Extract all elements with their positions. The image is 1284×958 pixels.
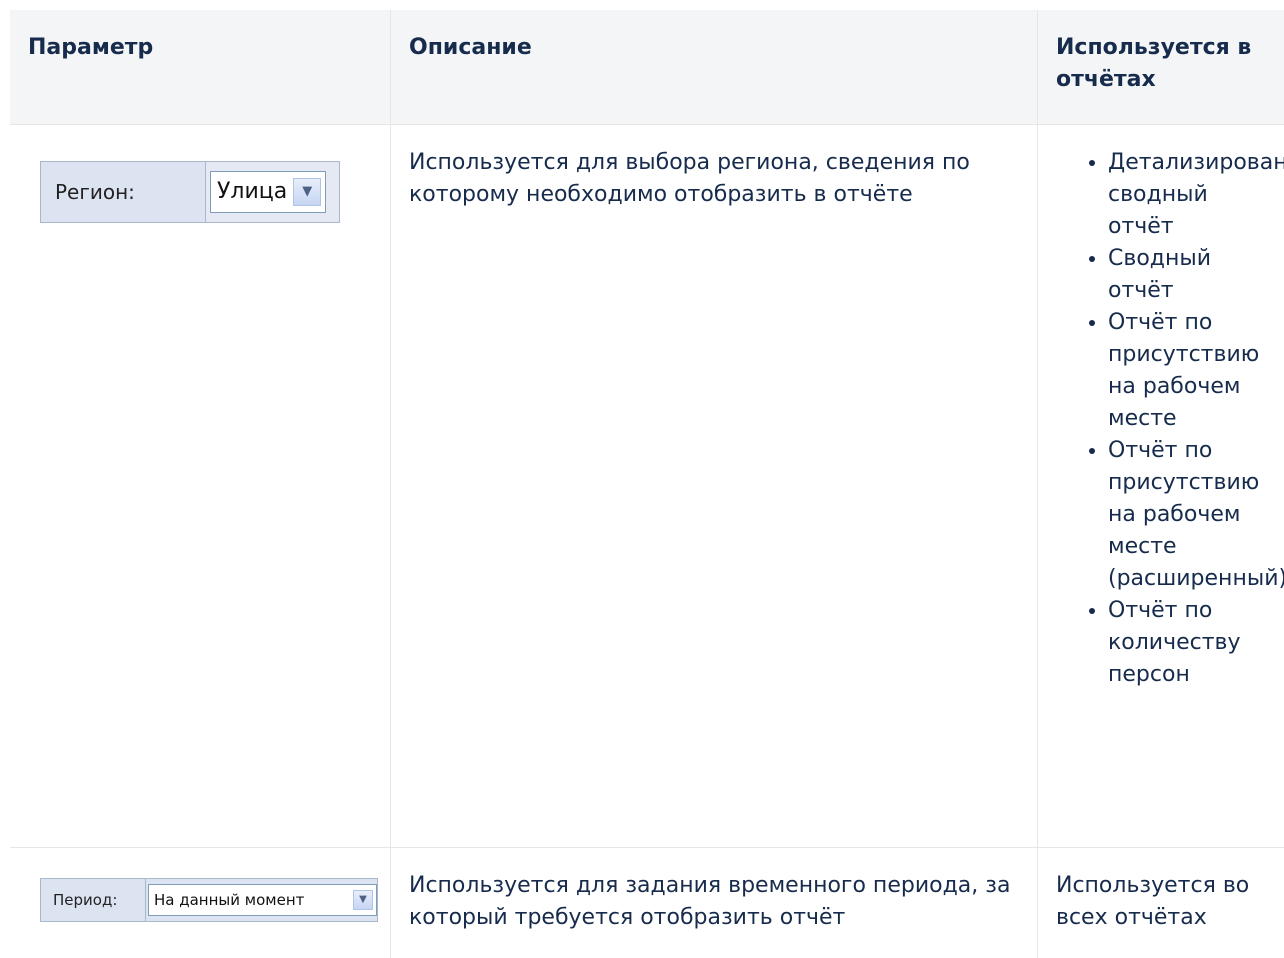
period-widget: Период: На данный момент ▼	[40, 878, 378, 922]
region-label: Регион:	[41, 162, 206, 222]
period-label: Период:	[41, 879, 146, 921]
list-item: Сводный отчёт	[1108, 243, 1278, 307]
header-description: Описание	[390, 10, 1037, 124]
list-item: Отчёт по присутствию на рабочем месте (р…	[1108, 435, 1284, 595]
header-parameter: Параметр	[28, 35, 154, 60]
table-row: Регион: Улица ▼ Используется для выбора …	[10, 124, 1284, 847]
region-widget: Регион: Улица ▼	[40, 161, 340, 223]
used-in-list: Детализированный сводный отчёт Сводный о…	[1038, 147, 1284, 691]
parameter-cell: Регион: Улица ▼	[10, 125, 390, 847]
parameters-table: Параметр Описание Используется в отчётах…	[10, 10, 1284, 958]
used-in-cell: Детализированный сводный отчёт Сводный о…	[1037, 125, 1284, 847]
used-in-cell: Используется во всех отчётах	[1037, 848, 1284, 958]
list-item: Отчёт по количеству персон	[1108, 595, 1278, 691]
period-select[interactable]: На данный момент ▼	[148, 884, 377, 916]
region-select[interactable]: Улица ▼	[210, 171, 327, 213]
period-value: На данный момент	[154, 891, 305, 909]
chevron-down-icon[interactable]: ▼	[293, 178, 322, 206]
description-cell: Используется для задания временного пери…	[390, 848, 1037, 958]
chevron-down-icon[interactable]: ▼	[353, 890, 373, 910]
region-value: Улица	[217, 179, 288, 204]
table-header: Параметр Описание Используется в отчётах	[10, 10, 1284, 124]
list-item: Детализированный сводный отчёт	[1108, 147, 1284, 243]
table-row: Период: На данный момент ▼ Используется …	[10, 847, 1284, 958]
parameter-cell: Период: На данный момент ▼	[10, 848, 390, 958]
header-used-in: Используется в отчётах	[1037, 10, 1284, 124]
description-cell: Используется для выбора региона, сведени…	[390, 125, 1037, 847]
list-item: Отчёт по присутствию на рабочем месте	[1108, 307, 1278, 435]
